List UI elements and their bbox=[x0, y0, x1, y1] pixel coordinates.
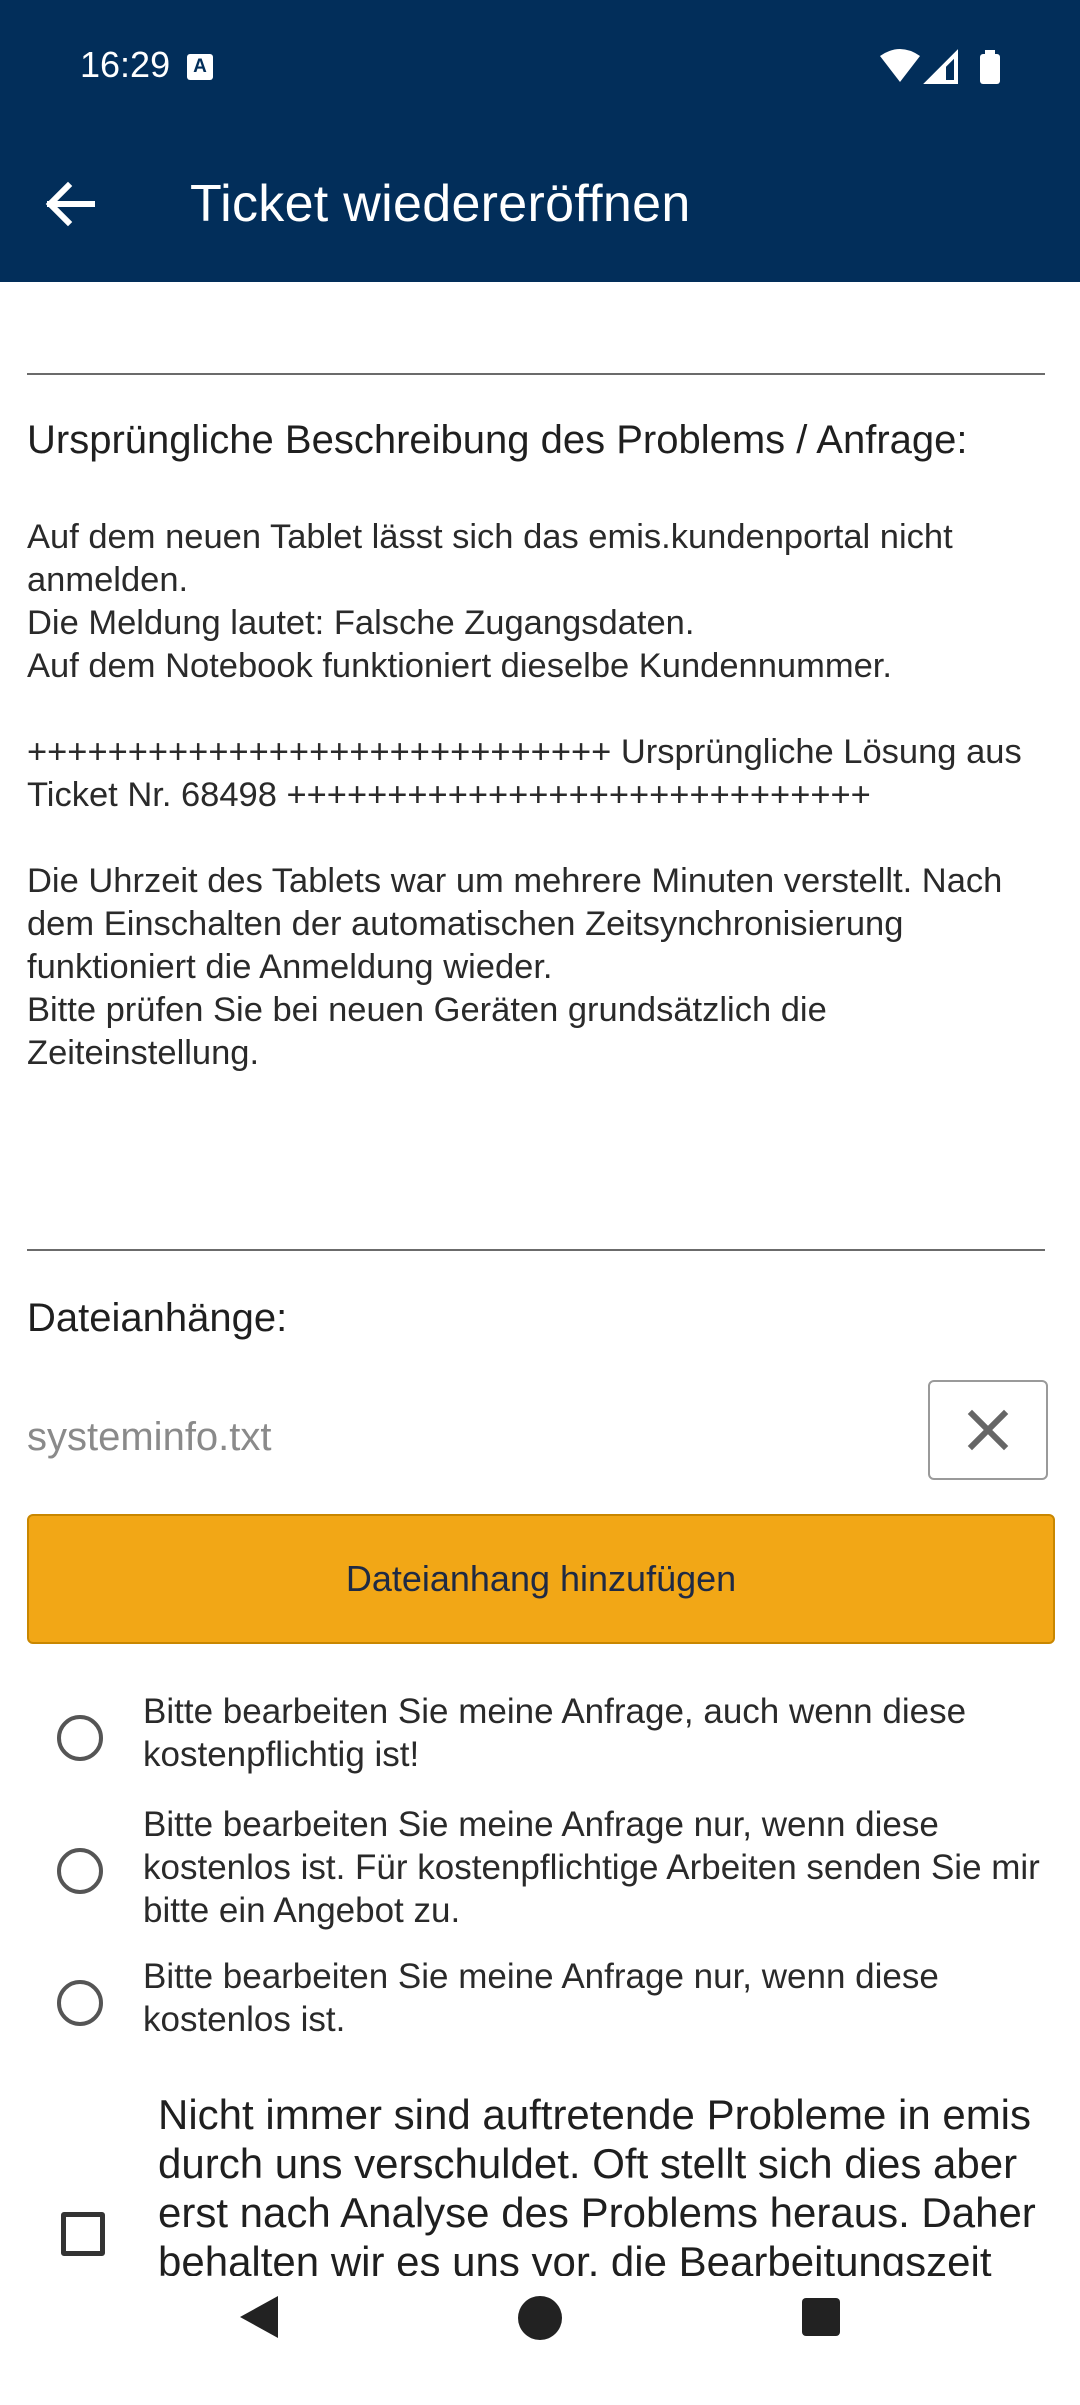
description-text: Auf dem neuen Tablet lässt sich das emis… bbox=[27, 518, 1022, 1072]
billing-option-label: Bitte bearbeiten Sie meine Anfrage, auch… bbox=[143, 1692, 967, 1774]
add-attachment-button[interactable]: Dateianhang hinzufügen bbox=[27, 1514, 1055, 1644]
status-bar: 16:29 A bbox=[0, 0, 1080, 134]
wifi-icon bbox=[880, 49, 920, 82]
divider-top bbox=[27, 373, 1045, 375]
app-bar: Ticket wiedereröffnen bbox=[0, 134, 1080, 282]
arrow-left-icon bbox=[45, 181, 95, 227]
billing-option-2[interactable]: Bitte bearbeiten Sie meine Anfrage nur, … bbox=[0, 1803, 1080, 1933]
radio-button[interactable] bbox=[57, 1848, 103, 1894]
back-button[interactable] bbox=[30, 164, 110, 244]
nav-recents-icon bbox=[802, 2298, 840, 2336]
attachments-heading: Dateianhänge: bbox=[27, 1296, 288, 1340]
description-heading: Ursprüngliche Beschreibung des Problems … bbox=[27, 418, 968, 462]
billing-option-label: Bitte bearbeiten Sie meine Anfrage nur, … bbox=[143, 1805, 1040, 1930]
remove-attachment-button[interactable] bbox=[928, 1380, 1048, 1480]
signal-icon bbox=[923, 49, 958, 84]
radio-button[interactable] bbox=[57, 1715, 103, 1761]
billing-option-3[interactable]: Bitte bearbeiten Sie meine Anfrage nur, … bbox=[0, 1955, 1080, 2055]
divider-middle bbox=[27, 1249, 1045, 1251]
system-navigation-bar bbox=[0, 2276, 1080, 2400]
consent-checkbox[interactable] bbox=[61, 2212, 105, 2256]
page-title: Ticket wiedereröffnen bbox=[190, 175, 691, 233]
close-icon bbox=[967, 1409, 1009, 1451]
consent-label: Nicht immer sind auftretende Probleme in… bbox=[158, 2091, 1036, 2276]
status-time: 16:29 bbox=[80, 44, 171, 85]
a-notification-icon: A bbox=[187, 54, 213, 80]
battery-icon bbox=[980, 50, 1000, 84]
billing-option-1[interactable]: Bitte bearbeiten Sie meine Anfrage, auch… bbox=[0, 1690, 1080, 1790]
billing-option-label: Bitte bearbeiten Sie meine Anfrage nur, … bbox=[143, 1957, 939, 2039]
attachment-file-name: systeminfo.txt bbox=[27, 1415, 272, 1459]
nav-home-icon bbox=[518, 2296, 562, 2340]
nav-back-icon bbox=[240, 2296, 278, 2338]
add-attachment-label: Dateianhang hinzufügen bbox=[345, 1558, 737, 1599]
status-icons bbox=[880, 48, 1010, 88]
radio-button[interactable] bbox=[57, 1980, 103, 2026]
